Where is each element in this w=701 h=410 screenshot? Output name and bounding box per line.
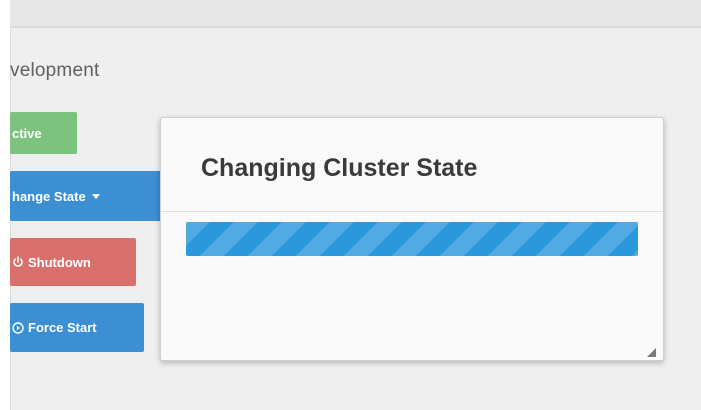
force-start-label: Force Start [28,320,97,335]
caret-down-icon [91,193,100,199]
shutdown-label: Shutdown [28,254,91,270]
resize-grip-icon[interactable] [647,344,656,357]
shutdown-button[interactable]: Shutdown [10,238,136,286]
environment-title: velopment [10,60,100,81]
change-state-button[interactable]: hange State [10,171,162,221]
modal-divider [161,211,663,212]
top-header-strip [10,0,701,28]
play-circle-icon [12,321,24,334]
force-start-button[interactable]: Force Start [10,303,144,352]
change-state-label: hange State [12,188,86,204]
progress-bar [186,222,638,256]
changing-state-modal: Changing Cluster State [160,117,664,361]
modal-title: Changing Cluster State [201,154,478,182]
status-active-label: ctive [12,125,42,141]
status-active-button[interactable]: ctive [10,112,77,154]
power-icon [12,256,24,268]
progress-bar-fill [186,222,638,256]
